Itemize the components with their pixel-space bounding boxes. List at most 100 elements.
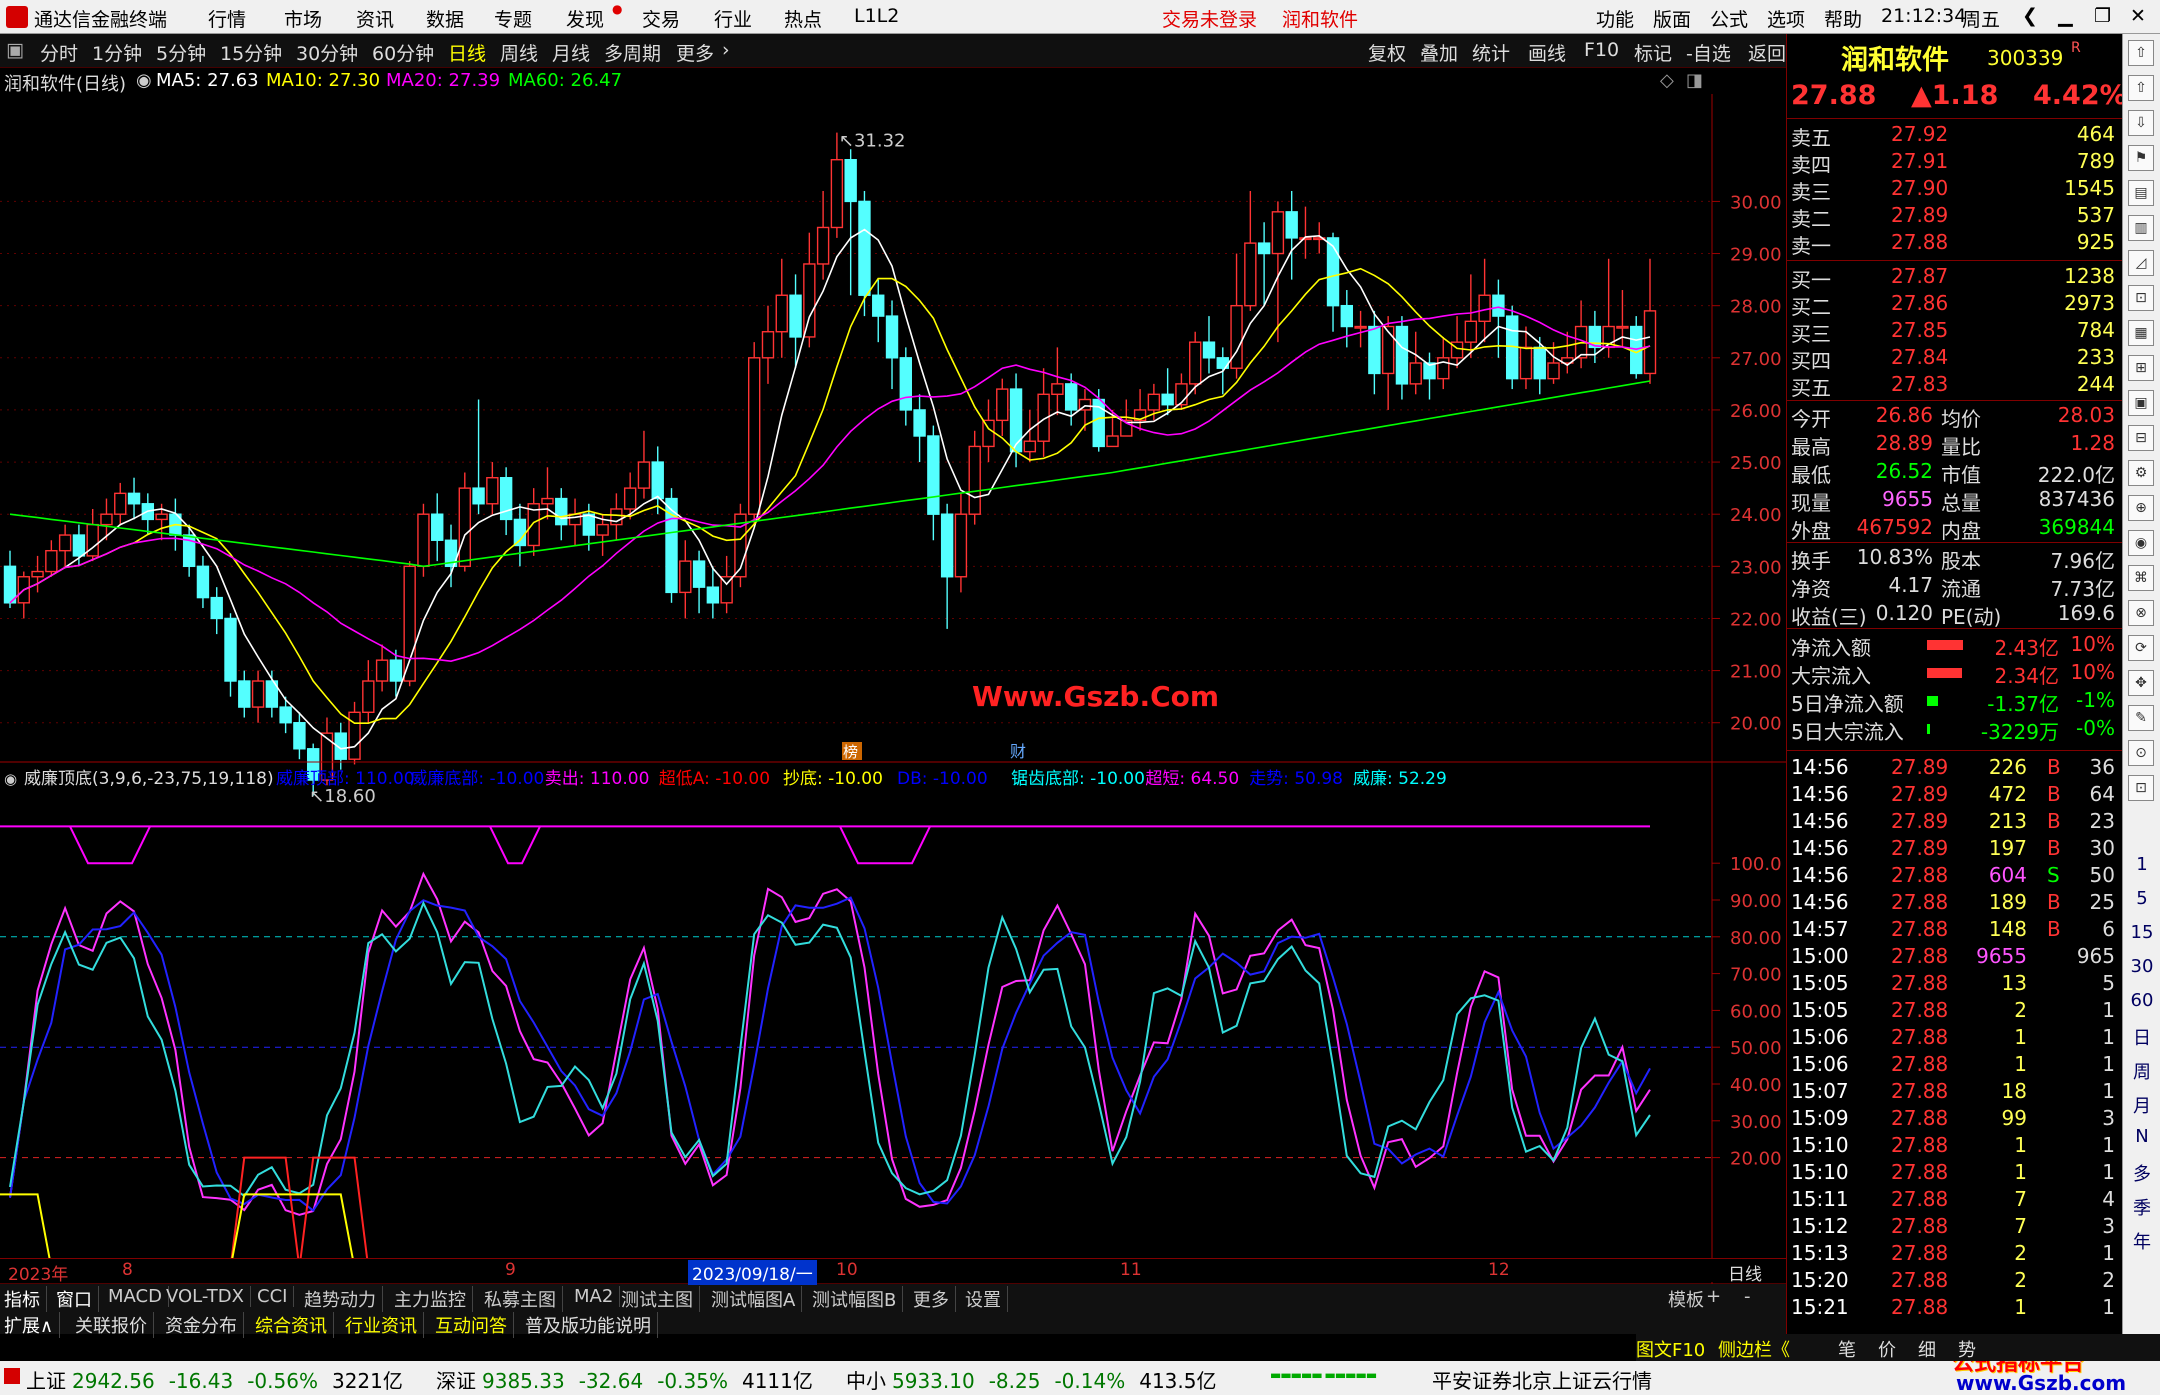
- side-tool-icon[interactable]: ⚙: [2128, 460, 2154, 486]
- bottom-right-3[interactable]: 价: [1878, 1336, 1896, 1362]
- template-btn-1[interactable]: +: [1706, 1286, 1721, 1307]
- close-icon[interactable]: ✕: [2130, 5, 2146, 27]
- indicator-tab-0[interactable]: 指标: [4, 1286, 47, 1312]
- menu-0[interactable]: 行情: [208, 5, 246, 32]
- right-menu-3[interactable]: 选项: [1767, 5, 1805, 32]
- indicator-tab-1[interactable]: 窗口: [56, 1286, 99, 1312]
- side-tool-icon[interactable]: ▣: [2128, 390, 2154, 416]
- indicator-tab-12[interactable]: 更多: [913, 1286, 956, 1312]
- template-btn-0[interactable]: 模板: [1668, 1286, 1704, 1312]
- side-period-1[interactable]: 5: [2129, 888, 2155, 909]
- ext-tab-1[interactable]: 关联报价: [75, 1312, 154, 1338]
- menu-5[interactable]: 发现: [566, 5, 604, 32]
- right-menu-2[interactable]: 公式: [1710, 5, 1748, 32]
- indicator-tab-13[interactable]: 设置: [965, 1286, 1008, 1312]
- chart-svg[interactable]: 30.00 29.00 28.00 27.00 26.00 25.00 24.00 23.00…: [0, 94, 1786, 1285]
- period-9[interactable]: 多周期: [604, 39, 661, 66]
- indicator-tab-2[interactable]: MACD: [108, 1286, 169, 1307]
- index-0[interactable]: 上证 2942.56 -16.43 -0.56% 3221亿: [26, 1365, 403, 1394]
- indicator-tab-11[interactable]: 测试幅图B: [812, 1286, 904, 1312]
- main-chart-area[interactable]: 30.00 29.00 28.00 27.00 26.00 25.00 24.00 23.00…: [0, 94, 1786, 1285]
- side-tool-icon[interactable]: ▥: [2128, 215, 2154, 241]
- template-btn-2[interactable]: -: [1744, 1286, 1751, 1307]
- side-tool-icon[interactable]: ⊞: [2128, 355, 2154, 381]
- side-tool-icon[interactable]: ⊙: [2128, 740, 2154, 766]
- tool-7[interactable]: 返回: [1748, 39, 1786, 66]
- side-period-5[interactable]: 日: [2129, 1024, 2155, 1050]
- ext-tab-0[interactable]: 扩展∧: [4, 1312, 61, 1338]
- indicator-tab-4[interactable]: CCI: [257, 1286, 295, 1307]
- minimize-icon[interactable]: ▁: [2058, 5, 2073, 27]
- indicator-tab-9[interactable]: 测试主图: [621, 1286, 700, 1312]
- period-3[interactable]: 15分钟: [220, 39, 282, 66]
- tool-6[interactable]: -自选: [1686, 39, 1731, 66]
- bottom-right-5[interactable]: 势: [1958, 1336, 1976, 1362]
- right-menu-0[interactable]: 功能: [1596, 5, 1634, 32]
- tool-5[interactable]: 标记: [1634, 39, 1672, 66]
- side-tool-icon[interactable]: ✎: [2128, 705, 2154, 731]
- tool-1[interactable]: 叠加: [1420, 39, 1458, 66]
- side-tool-icon[interactable]: ⟳: [2128, 635, 2154, 661]
- period-6[interactable]: 日线: [448, 39, 486, 66]
- menu-8[interactable]: 热点: [784, 5, 822, 32]
- side-period-2[interactable]: 15: [2129, 922, 2155, 943]
- indicator-tab-6[interactable]: 主力监控: [394, 1286, 473, 1312]
- indicator-tab-8[interactable]: MA2: [574, 1286, 621, 1307]
- side-period-8[interactable]: N: [2129, 1126, 2155, 1147]
- right-menu-4[interactable]: 帮助: [1824, 5, 1862, 32]
- period-0[interactable]: 分时: [40, 39, 78, 66]
- side-tool-icon[interactable]: ⊟: [2128, 425, 2154, 451]
- marker-cai-label[interactable]: 财: [1010, 742, 1026, 761]
- tool-3[interactable]: 画线: [1528, 39, 1566, 66]
- back-icon[interactable]: ❮: [2022, 5, 2038, 27]
- side-period-6[interactable]: 周: [2129, 1058, 2155, 1084]
- side-tool-icon[interactable]: ⇧: [2128, 75, 2154, 101]
- menu-4[interactable]: 专题: [494, 5, 532, 32]
- side-period-0[interactable]: 1: [2129, 854, 2155, 875]
- indicator-tab-5[interactable]: 趋势动力: [304, 1286, 383, 1312]
- bottom-right-2[interactable]: 笔: [1838, 1336, 1856, 1362]
- menu-1[interactable]: 市场: [284, 5, 322, 32]
- bottom-right-4[interactable]: 细: [1918, 1336, 1936, 1362]
- indicator-settings-icon[interactable]: ◉: [4, 770, 17, 788]
- side-period-10[interactable]: 季: [2129, 1194, 2155, 1220]
- menu-3[interactable]: 数据: [426, 5, 464, 32]
- side-tool-icon[interactable]: ⇧: [2128, 40, 2154, 66]
- tool-2[interactable]: 统计: [1472, 39, 1510, 66]
- period-10[interactable]: 更多: [676, 39, 714, 66]
- menu-2[interactable]: 资讯: [356, 5, 394, 32]
- menu-6[interactable]: 交易: [642, 5, 680, 32]
- period-2[interactable]: 5分钟: [156, 39, 206, 66]
- menu-7[interactable]: 行业: [714, 5, 752, 32]
- side-period-9[interactable]: 多: [2129, 1160, 2155, 1186]
- side-tool-icon[interactable]: ⚑: [2128, 145, 2154, 171]
- bottom-right-0[interactable]: 图文F10: [1636, 1336, 1705, 1362]
- bottom-right-1[interactable]: 侧边栏《: [1718, 1336, 1790, 1362]
- panel-icon[interactable]: ◨: [1686, 70, 1703, 91]
- side-tool-icon[interactable]: ✥: [2128, 670, 2154, 696]
- tool-4[interactable]: F10: [1584, 39, 1619, 61]
- ext-tab-4[interactable]: 行业资讯: [345, 1312, 424, 1338]
- side-period-3[interactable]: 30: [2129, 956, 2155, 977]
- ext-tab-2[interactable]: 资金分布: [165, 1312, 244, 1338]
- indicator-tab-3[interactable]: VOL-TDX: [166, 1286, 251, 1307]
- chart-toggle-icon[interactable]: ▣: [6, 39, 24, 61]
- side-tool-icon[interactable]: ▦: [2128, 320, 2154, 346]
- indicator-tab-7[interactable]: 私募主图: [484, 1286, 563, 1312]
- side-tool-icon[interactable]: ⇩: [2128, 110, 2154, 136]
- side-tool-icon[interactable]: ⊡: [2128, 285, 2154, 311]
- side-tool-icon[interactable]: ◿: [2128, 250, 2154, 276]
- side-tool-icon[interactable]: ◉: [2128, 530, 2154, 556]
- indicator-tab-10[interactable]: 测试幅图A: [711, 1286, 803, 1312]
- side-tool-icon[interactable]: ▤: [2128, 180, 2154, 206]
- more-chevron-icon[interactable]: ›: [722, 39, 730, 61]
- menu-9[interactable]: L1L2: [854, 5, 899, 27]
- side-period-4[interactable]: 60: [2129, 990, 2155, 1011]
- ext-tab-5[interactable]: 互动问答: [435, 1312, 514, 1338]
- ext-tab-6[interactable]: 普及版功能说明: [525, 1312, 658, 1338]
- ext-tab-3[interactable]: 综合资讯: [255, 1312, 334, 1338]
- period-1[interactable]: 1分钟: [92, 39, 142, 66]
- diamond-icon[interactable]: ◇: [1660, 70, 1674, 91]
- period-8[interactable]: 月线: [552, 39, 590, 66]
- side-tool-icon[interactable]: ⌘: [2128, 565, 2154, 591]
